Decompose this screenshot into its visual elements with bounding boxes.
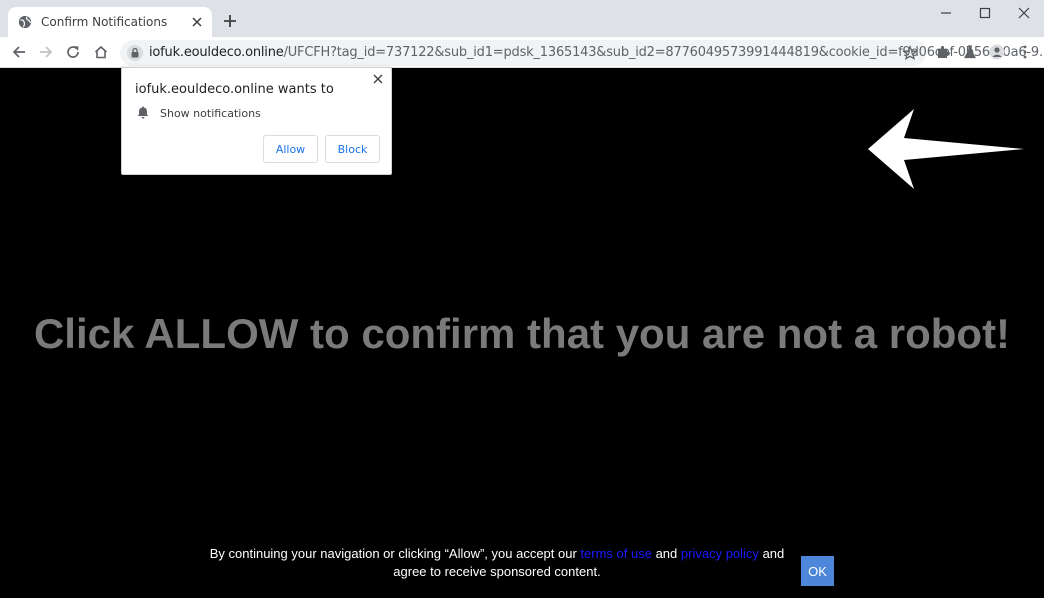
maximize-icon[interactable] [978, 6, 992, 20]
new-tab-icon[interactable] [222, 13, 238, 29]
url-path: /UFCFH?tag_id=737122&sub_id1=pdsk_136514… [283, 45, 1044, 60]
privacy-policy-link[interactable]: privacy policy [681, 546, 759, 561]
lock-icon[interactable] [127, 45, 143, 61]
labs-flask-icon[interactable] [962, 44, 978, 60]
profile-avatar-icon[interactable] [989, 44, 1005, 60]
consent-text: By continuing your navigation or clickin… [205, 545, 789, 581]
back-arrow-icon[interactable] [11, 44, 27, 60]
tab-confirm-notifications[interactable]: Confirm Notifications [8, 7, 212, 37]
bookmark-star-icon[interactable] [902, 45, 918, 61]
toolbar: iofuk.eouldeco.online/UFCFH?tag_id=73712… [0, 37, 1044, 68]
permission-label: Show notifications [160, 107, 261, 120]
url-host: iofuk.eouldeco.online [149, 45, 284, 60]
arrow-pointer-icon [868, 109, 1024, 189]
address-bar[interactable]: iofuk.eouldeco.online/UFCFH?tag_id=73712… [120, 40, 1044, 66]
extensions-puzzle-icon[interactable] [935, 44, 951, 60]
block-button[interactable]: Block [325, 135, 380, 163]
menu-kebab-icon[interactable] [1017, 44, 1033, 60]
tab-title: Confirm Notifications [41, 15, 168, 29]
consent-prefix: By continuing your navigation or clickin… [209, 546, 577, 561]
forward-arrow-icon[interactable] [38, 44, 54, 60]
globe-icon [18, 15, 32, 29]
allow-button[interactable]: Allow [263, 135, 318, 163]
close-icon[interactable] [372, 73, 384, 85]
tab-strip: Confirm Notifications [0, 0, 1044, 37]
close-window-icon[interactable] [1017, 6, 1031, 20]
minimize-icon[interactable] [939, 6, 953, 20]
browser-window: Confirm Notifications iofuk.eouldeco.onl… [0, 0, 1044, 598]
reload-icon[interactable] [65, 44, 81, 60]
page-headline: Click ALLOW to confirm that you are not … [33, 310, 1011, 357]
consent-and: and [655, 546, 678, 561]
home-icon[interactable] [93, 44, 109, 60]
bell-icon [137, 106, 149, 119]
notification-permission-popup: iofuk.eouldeco.online wants to Show noti… [121, 67, 392, 175]
terms-of-use-link[interactable]: terms of use [580, 546, 652, 561]
popup-title: iofuk.eouldeco.online wants to [135, 82, 334, 97]
close-tab-icon[interactable] [190, 15, 204, 29]
ok-button[interactable]: OK [801, 556, 834, 586]
